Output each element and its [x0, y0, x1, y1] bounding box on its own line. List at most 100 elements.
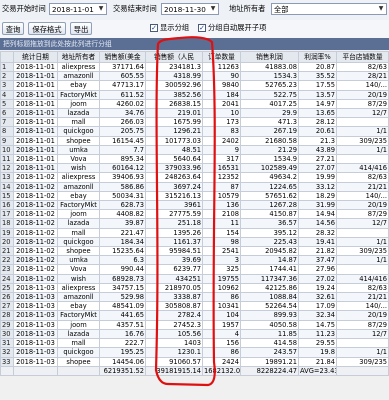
table-cell[interactable]: 2541: [202, 246, 241, 257]
table-cell[interactable]: 14.87: [240, 255, 299, 266]
table-cell[interactable]: 2018-11-01: [13, 135, 58, 146]
table-cell[interactable]: 10579: [202, 190, 241, 202]
row-number[interactable]: 6: [0, 108, 14, 119]
table-cell[interactable]: 27.21: [298, 154, 337, 165]
table-cell[interactable]: 29.55: [298, 338, 337, 349]
table-cell[interactable]: 2402: [202, 135, 241, 146]
table-cell[interactable]: 414/416: [336, 163, 389, 174]
table-cell[interactable]: 117347.36: [240, 273, 299, 284]
table-cell[interactable]: 32.61: [298, 292, 337, 303]
table-cell[interactable]: 195.25: [99, 347, 146, 358]
table-cell[interactable]: 218970.05: [145, 282, 203, 294]
table-cell[interactable]: 2018-11-02: [13, 190, 58, 202]
table-row[interactable]: 9 2018-11-01 shopee 16154.45 101773.03 2402 21…: [0, 135, 389, 146]
table-row[interactable]: 23 2018-11-02 Vova 990.44 6239.77 325 1744.41 2…: [0, 264, 389, 275]
table-row[interactable]: 14 2018-11-02 amazonll 586.86 3697.24 87 1224.…: [0, 181, 389, 192]
table-cell[interactable]: 102589.49: [240, 163, 299, 174]
table-row[interactable]: 12 2018-11-01 wish 60164.12 379033.96 16531 10…: [0, 163, 389, 174]
table-cell[interactable]: 2018-11-03: [13, 347, 58, 358]
table-cell[interactable]: 1296.21: [145, 126, 203, 137]
table-cell[interactable]: 11.23: [298, 328, 337, 340]
table-cell[interactable]: 87/29: [336, 98, 389, 110]
table-cell[interactable]: 50034.31: [99, 190, 146, 202]
table-cell[interactable]: 315216.13: [145, 190, 203, 202]
table-cell[interactable]: 21.82: [298, 246, 337, 257]
table-cell[interactable]: 222.7: [99, 338, 146, 349]
table-cell[interactable]: umka: [57, 255, 100, 266]
table-cell[interactable]: 41883.08: [240, 61, 299, 73]
table-cell[interactable]: 16.76: [99, 328, 146, 340]
table-cell[interactable]: mall: [57, 338, 100, 349]
table-cell[interactable]: 21.3: [298, 135, 337, 146]
table-cell[interactable]: 19891.21: [240, 356, 299, 367]
table-cell[interactable]: [336, 117, 389, 128]
table-row[interactable]: 6 2018-11-01 lazada 34.76 219.01 10 29.9 13.65 1…: [0, 108, 389, 119]
table-row[interactable]: 8 2018-11-01 quickgoo 205.75 1296.21 83 267.19…: [0, 126, 389, 137]
auto-expand-checkbox[interactable]: ✓: [198, 24, 206, 32]
table-cell[interactable]: 16154.45: [99, 135, 146, 146]
table-cell[interactable]: 2018-11-02: [13, 172, 58, 183]
table-cell[interactable]: 2018-11-01: [13, 71, 58, 82]
table-cell[interactable]: FactoryMkt: [57, 200, 100, 211]
table-cell[interactable]: 414/416: [336, 273, 389, 284]
table-cell[interactable]: 4050.58: [240, 319, 299, 330]
table-cell[interactable]: 14.94: [298, 209, 337, 220]
chevron-down-icon[interactable]: ▼: [97, 5, 105, 13]
table-row[interactable]: 7 2018-11-01 mall 266.03 1675.99 173 471.3 28.1…: [0, 117, 389, 128]
row-number[interactable]: 21: [0, 246, 14, 257]
table-cell[interactable]: 5640.64: [145, 154, 203, 165]
table-row[interactable]: 17 2018-11-02 joom 4408.82 27775.59 2108 4150.…: [0, 209, 389, 220]
table-row[interactable]: 29 2018-11-03 joom 4357.51 27452.3 1957 4050.5…: [0, 319, 389, 330]
table-cell[interactable]: joom: [57, 209, 100, 220]
table-cell[interactable]: 95984.51: [145, 246, 203, 257]
table-cell[interactable]: 17.09: [298, 301, 337, 312]
table-row[interactable]: 13 2018-11-02 aliexpress 39406.93 248263.64 1…: [0, 172, 389, 183]
table-cell[interactable]: ebay: [57, 190, 100, 202]
table-cell[interactable]: 309/235: [336, 246, 389, 257]
table-cell[interactable]: 33.12: [298, 181, 337, 192]
table-cell[interactable]: 1/1: [336, 347, 389, 358]
row-number[interactable]: 14: [0, 181, 14, 192]
table-cell[interactable]: 19755: [202, 273, 241, 284]
table-cell[interactable]: 173: [202, 117, 241, 128]
table-cell[interactable]: 2018-11-01: [13, 89, 58, 100]
table-cell[interactable]: 156: [202, 338, 241, 349]
table-cell[interactable]: 184.34: [99, 236, 146, 248]
table-cell[interactable]: 605.55: [99, 71, 146, 82]
table-cell[interactable]: 26838.15: [145, 98, 203, 110]
table-cell[interactable]: 47713.17: [99, 80, 146, 91]
table-cell[interactable]: 3852.56: [145, 89, 203, 100]
table-cell[interactable]: aliexpress: [57, 61, 100, 73]
table-cell[interactable]: 2018-11-01: [13, 80, 58, 91]
table-cell[interactable]: 36.57: [240, 218, 299, 229]
table-cell[interactable]: 34757.15: [99, 282, 146, 294]
table-cell[interactable]: 243.57: [240, 347, 299, 358]
table-cell[interactable]: 28.32: [298, 227, 337, 238]
table-cell[interactable]: 2018-11-02: [13, 218, 58, 229]
table-row[interactable]: 31 2018-11-03 mall 222.7 1403 156 414.58 29.55: [0, 338, 389, 349]
table-cell[interactable]: 52765.23: [240, 80, 299, 91]
table-row[interactable]: 24 2018-11-02 wish 68928.73 434251 19755 11734…: [0, 273, 389, 284]
table-cell[interactable]: 21680.58: [240, 135, 299, 146]
table-cell[interactable]: 325: [202, 264, 241, 275]
table-cell[interactable]: 27.96: [298, 264, 337, 275]
group-by-bar[interactable]: 把列标题拖放到此处按此列进行分组: [0, 38, 389, 50]
table-cell[interactable]: 2782.4: [145, 310, 203, 321]
table-cell[interactable]: 522.75: [240, 89, 299, 100]
row-number[interactable]: 17: [0, 209, 14, 220]
table-cell[interactable]: 20/19: [336, 200, 389, 211]
table-cell[interactable]: 4260.02: [99, 98, 146, 110]
table-cell[interactable]: ebay: [57, 301, 100, 312]
export-button[interactable]: 导出: [70, 22, 92, 35]
table-cell[interactable]: 2108: [202, 209, 241, 220]
chevron-down-icon[interactable]: ▼: [209, 5, 217, 13]
row-number[interactable]: 3: [0, 80, 14, 91]
table-cell[interactable]: 3961: [145, 200, 203, 211]
table-cell[interactable]: 309/235: [336, 356, 389, 367]
row-number[interactable]: 29: [0, 319, 14, 330]
row-number[interactable]: 13: [0, 172, 14, 183]
table-cell[interactable]: 234181.3: [145, 61, 203, 73]
table-cell[interactable]: umka: [57, 144, 100, 156]
table-cell[interactable]: quickgoo: [57, 126, 100, 137]
table-cell[interactable]: 9: [202, 144, 241, 156]
